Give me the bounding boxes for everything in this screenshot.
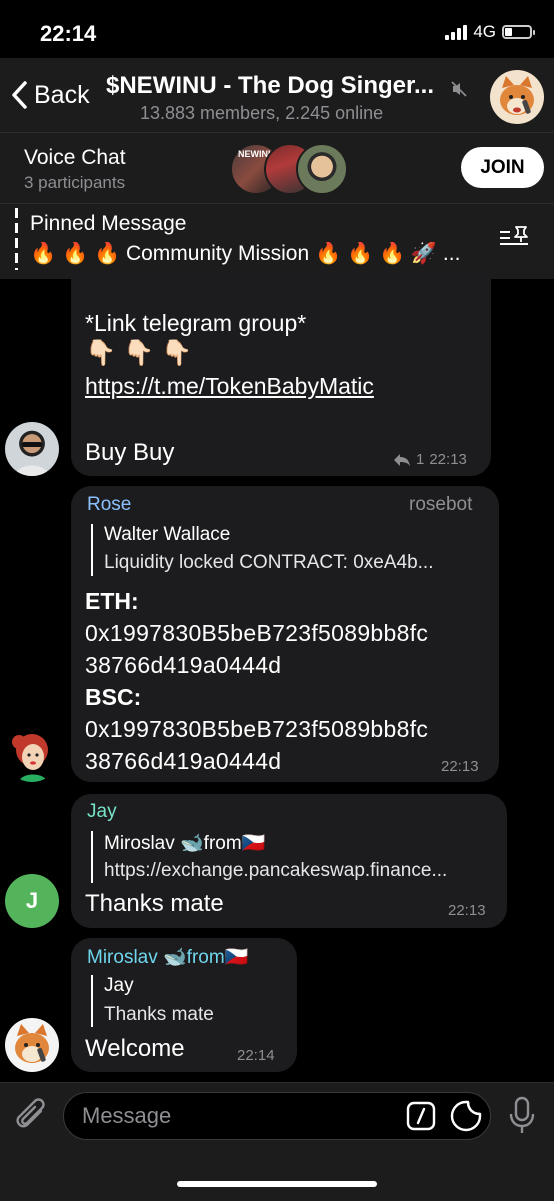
voice-participant-avatars: NEWINU — [230, 143, 348, 195]
quote-author: Miroslav 🐋from🇨🇿 — [104, 833, 266, 854]
avatar-letter: J — [25, 888, 39, 913]
quote-bar — [91, 524, 93, 576]
status-indicators: 4G — [445, 22, 535, 42]
message-text: Welcome — [85, 1035, 185, 1062]
chat-subtitle: 13.883 members, 2.245 online — [140, 103, 384, 123]
participant-avatar — [296, 143, 348, 195]
sender-avatar-miroslav[interactable] — [5, 1018, 59, 1072]
pinned-indicator — [15, 208, 18, 270]
sender-avatar-rose[interactable] — [5, 728, 59, 782]
sticker-icon[interactable] — [450, 1100, 482, 1132]
eth-address: 0x1997830B5beB723f5089bb8fc — [85, 620, 429, 646]
attach-icon[interactable] — [15, 1097, 49, 1135]
muted-icon — [451, 81, 467, 97]
message-meta[interactable]: 1 22:13 — [393, 451, 467, 468]
pinned-text: 🔥 🔥 🔥 Community Mission 🔥 🔥 🔥 🚀 ... — [30, 242, 461, 265]
group-avatar[interactable] — [490, 70, 544, 124]
person-icon — [15, 442, 49, 476]
message-text: *Link telegram group* — [85, 310, 307, 336]
signal-icon — [445, 24, 468, 40]
network-type: 4G — [473, 22, 496, 41]
quote-bar — [91, 975, 93, 1027]
quote-bar — [91, 831, 93, 883]
quote-author: Jay — [104, 975, 134, 996]
bsc-address-cont: 38766d419a0444d — [85, 748, 282, 774]
microphone-icon[interactable] — [508, 1096, 536, 1136]
quote-author: Walter Wallace — [104, 524, 231, 545]
quote-text: Thanks mate — [104, 1004, 214, 1025]
back-label: Back — [34, 80, 90, 109]
eth-label: ETH — [85, 588, 131, 614]
chevron-left-icon — [12, 81, 27, 109]
status-time: 22:14 — [40, 21, 97, 46]
eth-address-cont: 38766d419a0444d — [85, 652, 282, 678]
message-emojis: 👇🏻 👇🏻 👇🏻 — [85, 339, 193, 367]
message-placeholder: Message — [82, 1103, 172, 1128]
message-text: Buy Buy — [85, 439, 175, 466]
voice-chat-title: Voice Chat — [24, 146, 126, 169]
bot-commands-icon[interactable] — [406, 1101, 436, 1131]
message-time: 22:13 — [448, 902, 486, 919]
message-time: 22:14 — [237, 1047, 275, 1064]
battery-icon — [502, 25, 535, 39]
rose-bot-icon — [12, 734, 48, 782]
quote-text: Liquidity locked CONTRACT: 0xeA4b... — [104, 552, 434, 573]
join-voice-chat-button[interactable]: JOIN — [461, 147, 544, 188]
message-link[interactable]: https://t.me/TokenBabyMatic — [85, 373, 374, 400]
message-time: 22:13 — [441, 758, 479, 775]
reply-icon — [394, 453, 410, 466]
message-text: ETH: 0x1997830B5beB723f5089bb8fc 38766d4… — [85, 585, 428, 777]
sender-avatar-jay[interactable]: J — [5, 874, 59, 928]
bot-tag: rosebot — [409, 494, 473, 515]
message-time: 22:13 — [429, 451, 467, 468]
voice-chat-participants: 3 participants — [24, 173, 126, 192]
shiba-icon — [15, 1024, 49, 1063]
sender-name[interactable]: Rose — [87, 494, 131, 516]
sender-name[interactable]: Jay — [87, 801, 117, 823]
pinned-title: Pinned Message — [30, 212, 187, 235]
reply-count: 1 — [416, 451, 425, 468]
quote-text: https://exchange.pancakeswap.finance... — [104, 860, 448, 881]
shiba-icon — [500, 76, 534, 115]
home-indicator — [177, 1181, 377, 1187]
chat-title[interactable]: $NEWINU - The Dog Singer... — [106, 72, 456, 100]
back-button[interactable]: Back — [10, 80, 90, 110]
pin-list-icon[interactable] — [498, 224, 532, 252]
bsc-address: 0x1997830B5beB723f5089bb8fc — [85, 716, 429, 742]
sender-avatar[interactable] — [5, 422, 59, 476]
message-text: Thanks mate — [85, 890, 224, 917]
sender-name[interactable]: Miroslav 🐋from🇨🇿 — [87, 945, 248, 969]
bsc-label: BSC — [85, 684, 134, 710]
